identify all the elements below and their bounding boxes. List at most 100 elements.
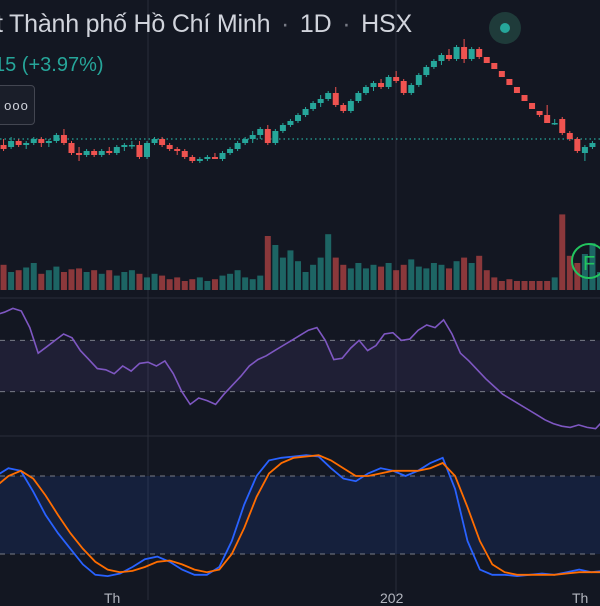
candle-body [264, 129, 271, 143]
candle-body [0, 145, 7, 149]
candle-body [287, 121, 294, 125]
volume-bar [287, 250, 294, 290]
candle-body [385, 77, 392, 87]
volume-bar [60, 272, 67, 290]
volume-bar [196, 277, 203, 290]
volume-bar [483, 270, 490, 290]
volume-bar [529, 281, 536, 290]
candle-body [340, 105, 347, 111]
volume-bar [189, 279, 196, 290]
exchange-label: HSX [361, 10, 412, 38]
volume-bar [491, 277, 498, 290]
candle-body [574, 139, 581, 151]
interval-label[interactable]: 1D [300, 10, 332, 38]
volume-bar [415, 266, 422, 290]
candle-body [506, 79, 513, 85]
volume-bar [211, 279, 218, 290]
candle-body [566, 133, 573, 139]
volume-bar [453, 261, 460, 290]
volume-bar [136, 273, 143, 290]
candle-body [38, 139, 45, 143]
volume-bar [68, 269, 75, 290]
volume-bar [8, 272, 15, 290]
candle-body [196, 159, 203, 161]
volume-bar [128, 270, 135, 290]
candle-body [106, 151, 113, 153]
candle-body [181, 151, 188, 157]
candle-body [536, 111, 543, 115]
candle-body [242, 139, 249, 143]
flag-badge-text: F [583, 253, 595, 275]
candle-body [295, 115, 301, 121]
volume-bar [53, 266, 60, 290]
candle-body [151, 139, 158, 143]
volume-bar [121, 272, 128, 290]
candle-body [468, 49, 475, 59]
candle-body [15, 141, 22, 145]
volume-bar [325, 234, 332, 290]
volume-bar [219, 275, 226, 290]
volume-bar [159, 275, 166, 290]
x-axis-label-1: Th [104, 590, 121, 606]
candle-body [589, 143, 596, 147]
candle-body [362, 87, 369, 93]
x-axis-label-2: 202 [380, 590, 404, 606]
volume-bar [264, 236, 271, 290]
candle-body [325, 93, 332, 99]
candle-body [219, 153, 226, 159]
volume-bar [340, 264, 347, 290]
volume-bar [144, 277, 150, 290]
volume-bar [355, 263, 362, 290]
candle-body [559, 119, 566, 133]
candle-body [430, 61, 437, 67]
volume-bar [347, 268, 354, 290]
volume-bar [113, 275, 120, 290]
volume-bar [423, 268, 430, 290]
candle-body [310, 103, 317, 109]
candle-body [476, 49, 483, 57]
volume-bar [91, 270, 98, 290]
candle-body [347, 101, 354, 111]
candle-body [98, 151, 105, 155]
volume-bar [468, 263, 475, 290]
volume-bar [536, 281, 543, 290]
volume-bar [385, 263, 392, 290]
candle-body [204, 157, 211, 159]
more-dots-icon[interactable]: ooo [0, 85, 35, 125]
volume-bar [408, 259, 415, 290]
candle-body [257, 129, 264, 135]
symbol-title: t Thành phố Hồ Chí Minh · 1D · HSX [0, 10, 412, 39]
volume-bar [98, 273, 105, 290]
candle-body [249, 135, 256, 139]
candle-body [68, 143, 75, 153]
candle-body [415, 75, 422, 85]
volume-bar [393, 270, 400, 290]
volume-bar [106, 270, 113, 290]
candle-body [378, 83, 385, 87]
volume-bar [513, 281, 520, 290]
volume-bar [521, 281, 528, 290]
symbol-name: t Thành phố Hồ Chí Minh [0, 10, 271, 38]
volume-bar [378, 266, 385, 290]
candle-body [483, 57, 490, 63]
volume-bar [151, 273, 158, 290]
candle-body [136, 145, 143, 157]
candle-body [279, 125, 286, 131]
candle-body [544, 115, 551, 123]
stoch-band-fill [0, 476, 600, 554]
candle-body [355, 93, 362, 101]
volume-bar [400, 264, 407, 290]
candle-body [453, 47, 460, 59]
volume-bar [76, 268, 83, 290]
candle-body [393, 77, 400, 81]
volume-bar [83, 272, 90, 290]
candle-body [529, 103, 536, 109]
candle-body [8, 141, 15, 147]
volume-bar [272, 245, 279, 290]
chart-area[interactable]: F [0, 0, 600, 600]
volume-bar [23, 267, 30, 290]
candle-body [159, 139, 166, 145]
volume-bar [279, 257, 286, 290]
candle-body [446, 55, 452, 59]
volume-bar [438, 264, 445, 290]
